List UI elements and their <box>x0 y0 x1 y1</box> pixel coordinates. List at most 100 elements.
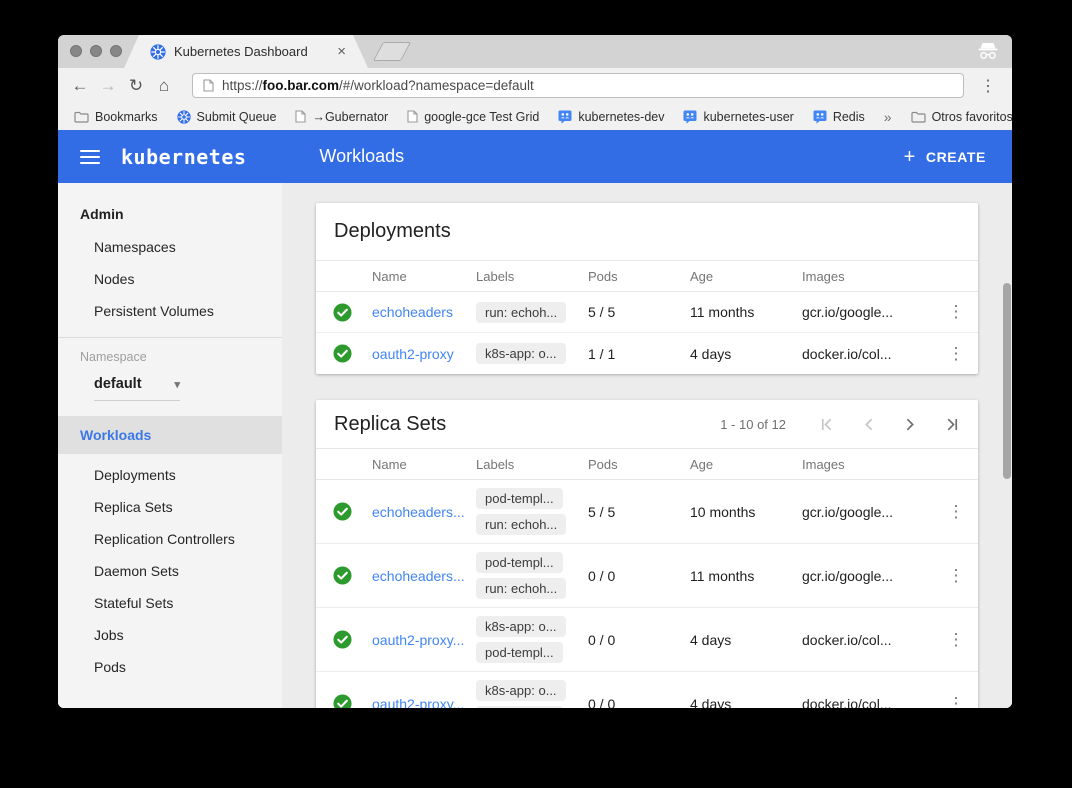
row-menu-icon[interactable]: ⋮ <box>934 630 978 650</box>
bookmark-gubernator[interactable]: →Gubernator <box>295 110 388 124</box>
kubernetes-icon <box>177 110 191 124</box>
resource-link[interactable]: echoheaders... <box>372 568 476 584</box>
url-path: /#/workload?namespace=default <box>339 78 534 93</box>
sidebar-item-persistent-volumes[interactable]: Persistent Volumes <box>58 295 282 327</box>
table-row: oauth2-proxy k8s-app: o... 1 / 1 4 days … <box>316 333 978 374</box>
sidebar-item-jobs[interactable]: Jobs <box>58 619 282 651</box>
table-row: echoheaders... pod-templ... run: echoh..… <box>316 480 978 544</box>
bookmark-label: kubernetes-user <box>703 110 793 124</box>
replica-sets-card: Replica Sets 1 - 10 of 12 Name Labels <box>316 400 978 708</box>
column-labels: Labels <box>476 269 588 284</box>
bookmarks-overflow-icon[interactable]: » <box>884 109 892 125</box>
bookmark-label: Redis <box>833 110 865 124</box>
namespace-select[interactable]: default ▾ <box>94 376 180 401</box>
resource-link[interactable]: echoheaders... <box>372 504 476 520</box>
pagination: 1 - 10 of 12 <box>720 417 960 432</box>
groups-icon <box>558 110 572 124</box>
bookmark-label: →Gubernator <box>312 110 388 124</box>
bookmark-label: kubernetes-dev <box>578 110 664 124</box>
browser-toolbar: ← → ↻ ⌂ https://foo.bar.com/#/workload?n… <box>58 68 1012 103</box>
sidebar-item-stateful-sets[interactable]: Stateful Sets <box>58 587 282 619</box>
page-icon <box>295 110 306 123</box>
pods-cell: 0 / 0 <box>588 696 690 709</box>
check-circle-icon <box>333 566 352 585</box>
page-icon <box>407 110 418 123</box>
address-bar[interactable]: https://foo.bar.com/#/workload?namespace… <box>192 73 964 98</box>
resource-link[interactable]: oauth2-proxy <box>372 346 476 362</box>
next-page-icon[interactable] <box>903 417 918 432</box>
table-row: echoheaders run: echoh... 5 / 5 11 month… <box>316 292 978 333</box>
menu-icon[interactable] <box>80 150 100 164</box>
images-cell: gcr.io/google... <box>802 568 934 584</box>
close-window-button[interactable] <box>70 45 82 57</box>
sidebar-item-replication-controllers[interactable]: Replication Controllers <box>58 523 282 555</box>
bookmark-kubernetes-dev[interactable]: kubernetes-dev <box>558 110 664 124</box>
pods-cell: 5 / 5 <box>588 504 690 520</box>
url-text: https://foo.bar.com/#/workload?namespace… <box>222 78 534 93</box>
last-page-icon[interactable] <box>945 417 960 432</box>
traffic-lights <box>70 45 122 57</box>
check-circle-icon <box>333 502 352 521</box>
label-chip: pod-templ... <box>476 488 563 509</box>
card-title: Replica Sets <box>334 413 446 436</box>
page-security-icon[interactable] <box>203 79 214 92</box>
sidebar-item-daemon-sets[interactable]: Daemon Sets <box>58 555 282 587</box>
bookmark-submit-queue[interactable]: Submit Queue <box>177 110 277 124</box>
check-circle-icon <box>333 344 352 363</box>
column-images: Images <box>802 457 934 472</box>
bookmark-redis[interactable]: Redis <box>813 110 865 124</box>
create-button[interactable]: + CREATE <box>904 148 986 166</box>
groups-icon <box>813 110 827 124</box>
new-tab-button[interactable] <box>373 42 411 61</box>
bookmark-label: google-gce Test Grid <box>424 110 539 124</box>
bookmarks-bar: Bookmarks Submit Queue →Gubernator googl… <box>58 103 1012 130</box>
bookmark-label: Otros favoritos <box>932 110 1012 124</box>
column-pods: Pods <box>588 457 690 472</box>
column-age: Age <box>690 269 802 284</box>
incognito-icon <box>976 42 1000 60</box>
row-menu-icon[interactable]: ⋮ <box>934 502 978 522</box>
sidebar-item-namespaces[interactable]: Namespaces <box>58 231 282 263</box>
zoom-window-button[interactable] <box>110 45 122 57</box>
pods-cell: 1 / 1 <box>588 346 690 362</box>
browser-window: Kubernetes Dashboard × ← → ↻ ⌂ https://f… <box>58 35 1012 708</box>
row-menu-icon[interactable]: ⋮ <box>934 302 978 322</box>
card-title: Deployments <box>334 220 451 243</box>
bookmark-google-gce-test-grid[interactable]: google-gce Test Grid <box>407 110 539 124</box>
resource-link[interactable]: echoheaders <box>372 304 476 320</box>
bookmark-folder-bookmarks[interactable]: Bookmarks <box>74 110 158 124</box>
browser-tab[interactable]: Kubernetes Dashboard × <box>124 35 368 68</box>
sidebar-item-deployments[interactable]: Deployments <box>58 459 282 491</box>
sidebar-item-replica-sets[interactable]: Replica Sets <box>58 491 282 523</box>
age-cell: 10 months <box>690 504 802 520</box>
sidebar-workload-items: Deployments Replica Sets Replication Con… <box>58 459 282 683</box>
bookmark-folder-otros-favoritos[interactable]: Otros favoritos <box>911 110 1012 124</box>
browser-menu-icon[interactable]: ⋮ <box>974 76 1002 96</box>
previous-page-icon[interactable] <box>861 417 876 432</box>
forward-icon[interactable]: → <box>94 76 122 96</box>
scrollbar-thumb[interactable] <box>1003 283 1011 479</box>
sidebar-item-nodes[interactable]: Nodes <box>58 263 282 295</box>
sidebar-item-workloads[interactable]: Workloads <box>58 416 282 454</box>
sidebar-item-pods[interactable]: Pods <box>58 651 282 683</box>
column-age: Age <box>690 457 802 472</box>
row-menu-icon[interactable]: ⋮ <box>934 694 978 709</box>
app-header: kubernetes Workloads + CREATE <box>58 130 1012 183</box>
resource-link[interactable]: oauth2-proxy... <box>372 632 476 648</box>
close-tab-icon[interactable]: × <box>335 44 348 59</box>
home-icon[interactable]: ⌂ <box>150 76 178 96</box>
bookmark-kubernetes-user[interactable]: kubernetes-user <box>683 110 793 124</box>
images-cell: docker.io/col... <box>802 632 934 648</box>
minimize-window-button[interactable] <box>90 45 102 57</box>
first-page-icon[interactable] <box>819 417 834 432</box>
column-pods: Pods <box>588 269 690 284</box>
row-menu-icon[interactable]: ⋮ <box>934 566 978 586</box>
back-icon[interactable]: ← <box>66 76 94 96</box>
tab-title: Kubernetes Dashboard <box>174 44 335 59</box>
images-cell: docker.io/col... <box>802 696 934 709</box>
pods-cell: 0 / 0 <box>588 568 690 584</box>
resource-link[interactable]: oauth2-proxy... <box>372 696 476 709</box>
sidebar-item-admin[interactable]: Admin <box>58 197 282 231</box>
reload-icon[interactable]: ↻ <box>122 76 150 96</box>
row-menu-icon[interactable]: ⋮ <box>934 344 978 364</box>
